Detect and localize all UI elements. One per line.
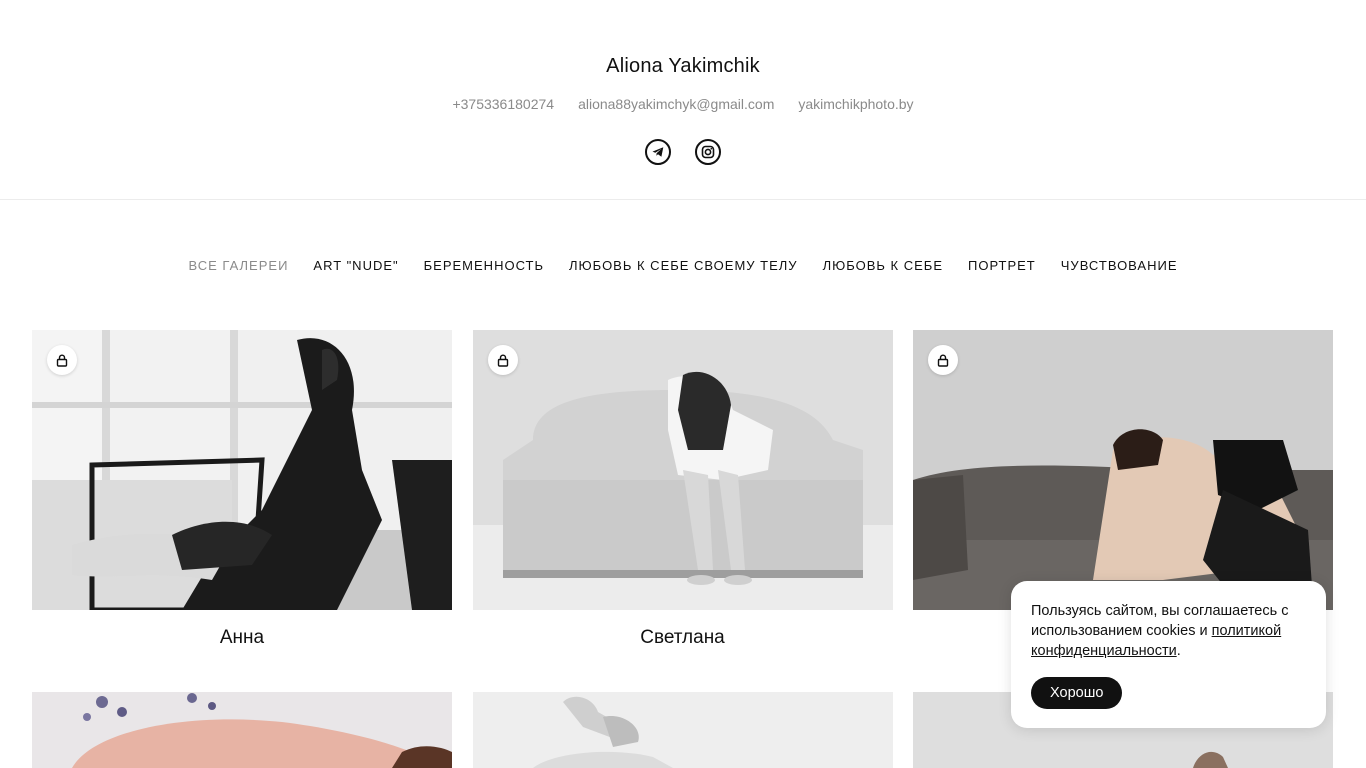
site-title[interactable]: Aliona Yakimchik: [0, 0, 1366, 86]
gallery-title[interactable]: Светлана: [473, 627, 893, 655]
email-link[interactable]: aliona88yakimchyk@gmail.com: [578, 96, 774, 112]
lock-icon: [928, 345, 958, 375]
gallery-cover-image[interactable]: [472, 330, 893, 610]
gallery-card-svetlana[interactable]: Светлана: [472, 330, 893, 655]
gallery-nav: ВСЕ ГАЛЕРЕИ ART "NUDE" БЕРЕМЕННОСТЬ ЛЮБО…: [0, 258, 1366, 273]
telegram-icon[interactable]: [645, 139, 671, 165]
phone-link[interactable]: +375336180274: [452, 96, 554, 112]
gallery-title[interactable]: Анна: [32, 627, 452, 655]
social-links: [0, 139, 1366, 165]
nav-item-feeling[interactable]: ЧУВСТВОВАНИЕ: [1061, 258, 1178, 273]
nav-item-self-love[interactable]: ЛЮБОВЬ К СЕБЕ: [823, 258, 943, 273]
cookie-banner: Пользуясь сайтом, вы соглашаетесь с испо…: [1011, 581, 1326, 728]
nav-item-art-nude[interactable]: ART "NUDE": [313, 258, 398, 273]
nav-item-pregnancy[interactable]: БЕРЕМЕННОСТЬ: [424, 258, 544, 273]
site-header: Aliona Yakimchik +375336180274 aliona88y…: [0, 0, 1366, 200]
lock-icon: [47, 345, 77, 375]
contacts-row: +375336180274 aliona88yakimchyk@gmail.co…: [0, 96, 1366, 112]
gallery-cover-image[interactable]: [913, 330, 1333, 610]
gallery-cover-image[interactable]: [32, 330, 452, 610]
website-link[interactable]: yakimchikphoto.by: [798, 96, 913, 112]
gallery-cover-image[interactable]: [32, 692, 452, 768]
instagram-icon[interactable]: [695, 139, 721, 165]
nav-item-self-love-body[interactable]: ЛЮБОВЬ К СЕБЕ СВОЕМУ ТЕЛУ: [569, 258, 798, 273]
gallery-card[interactable]: [472, 692, 893, 768]
gallery-card[interactable]: [32, 692, 452, 768]
nav-item-all-galleries[interactable]: ВСЕ ГАЛЕРЕИ: [188, 258, 288, 273]
gallery-cover-image[interactable]: [472, 692, 893, 768]
cookie-accept-button[interactable]: Хорошо: [1031, 677, 1123, 709]
lock-icon: [487, 345, 518, 375]
nav-item-portrait[interactable]: ПОРТРЕТ: [968, 258, 1036, 273]
cookie-text-suffix: .: [1176, 643, 1181, 659]
gallery-card-anna[interactable]: Анна: [32, 330, 452, 655]
cookie-text-block: Пользуясь сайтом, вы соглашаетесь с испо…: [1031, 601, 1306, 661]
